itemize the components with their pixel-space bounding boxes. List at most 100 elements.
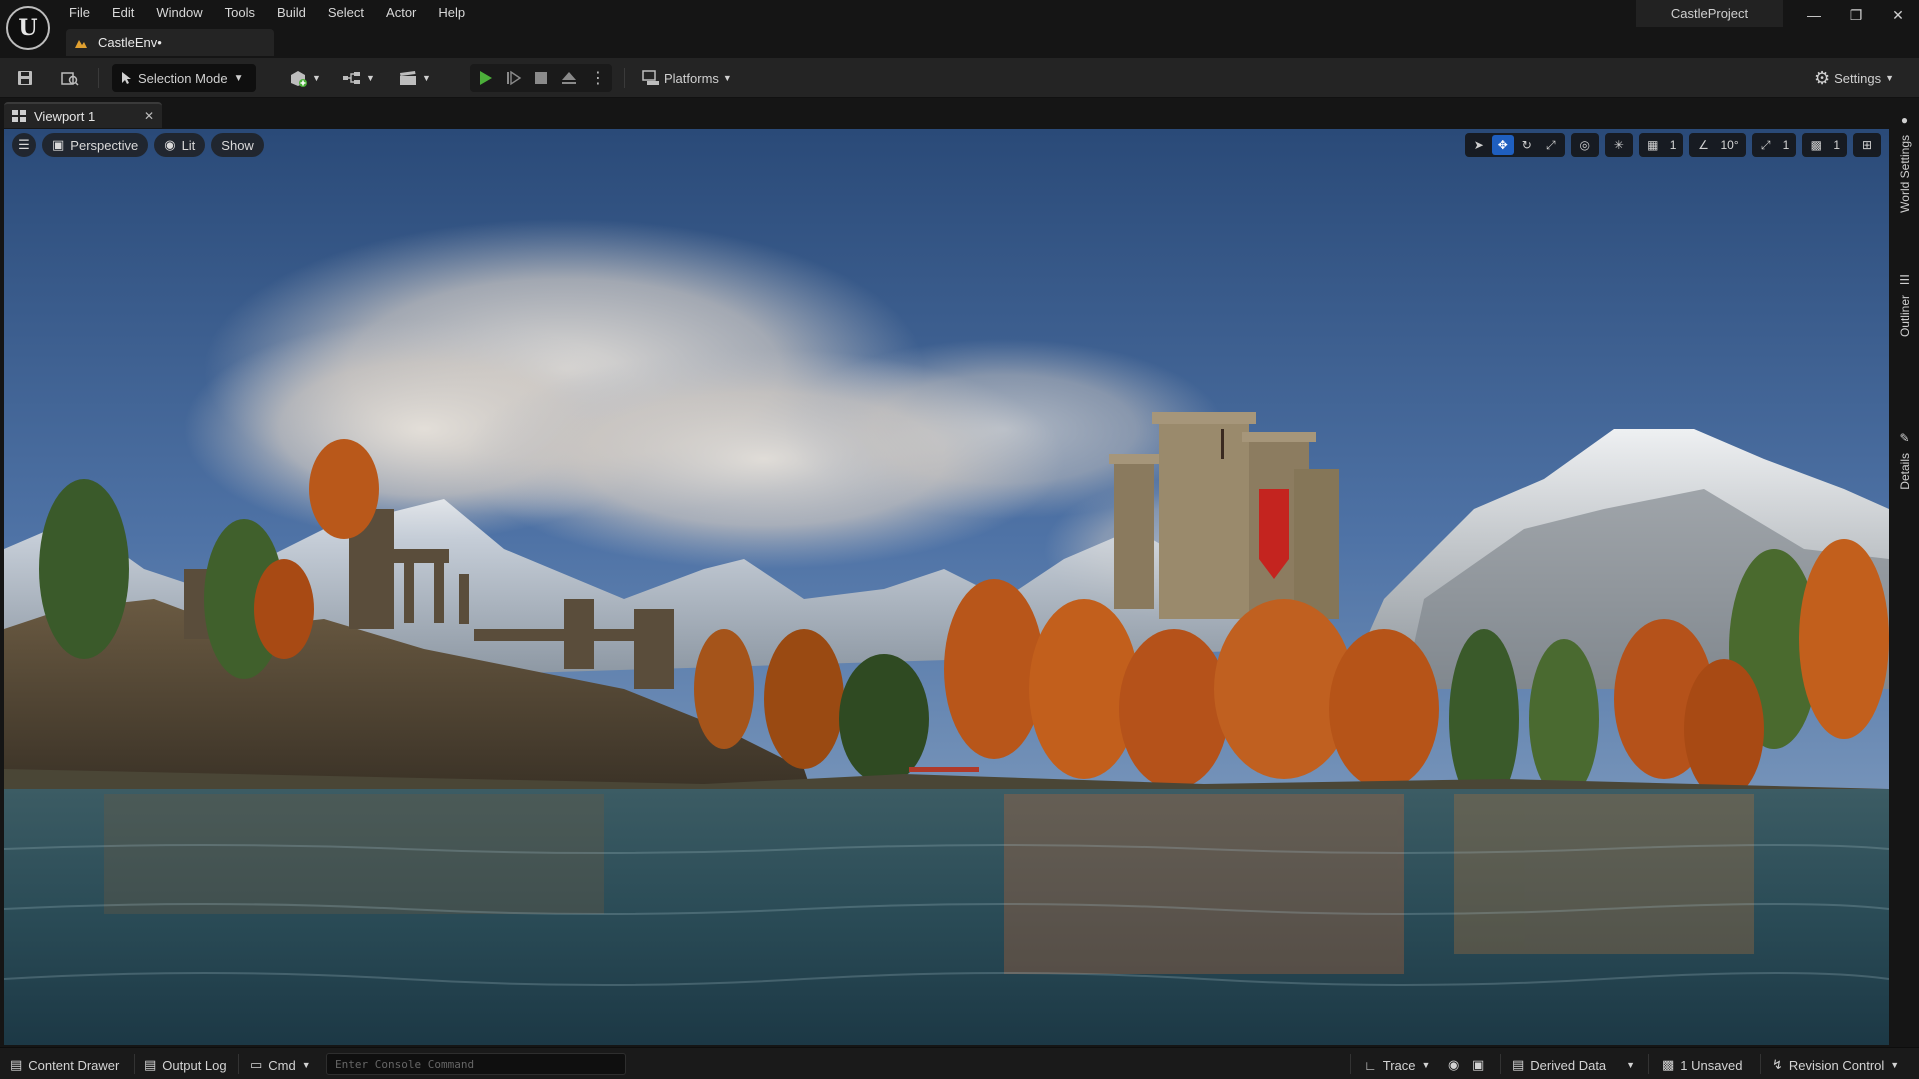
cmd-label: Cmd <box>268 1057 296 1073</box>
menu-tools[interactable]: Tools <box>214 2 266 24</box>
show-dropdown[interactable]: Show <box>211 133 264 157</box>
revision-control-dropdown[interactable]: ↯ Revision Control ▼ <box>1772 1054 1899 1076</box>
content-drawer-label: Content Drawer <box>28 1057 120 1073</box>
chevron-down-icon: ▼ <box>366 73 375 83</box>
surface-snapping: ✳ <box>1604 133 1633 157</box>
play-controls: ⋮ <box>470 64 612 92</box>
content-drawer-button[interactable]: ▤ Content Drawer <box>10 1054 119 1076</box>
blueprint-icon <box>343 72 360 84</box>
output-log-label: Output Log <box>162 1057 227 1073</box>
gear-icon: ⚙ <box>1814 67 1831 88</box>
chevron-down-icon: ▼ <box>301 1060 311 1070</box>
camera-speed-group[interactable]: ▩ 1 <box>1802 133 1847 157</box>
side-panel-tabs: ● World Settings ☰ Outliner ✎ Details <box>1890 105 1919 1045</box>
grid-snap-value: 1 <box>1669 138 1677 152</box>
viewport-right-toolbar: ➤ ✥ ↻ ⤢ ◎ ✳ ▦ 1 ∠ 10° ⤢ 1 ▩ 1 ⊞ <box>1464 133 1881 157</box>
pencil-icon: ✎ <box>1899 431 1910 445</box>
screenshot-button[interactable]: ▣ <box>1472 1054 1484 1076</box>
drawer-icon: ▤ <box>10 1057 23 1072</box>
cinematics-button[interactable]: ▼ <box>398 64 431 92</box>
grid-snap-group[interactable]: ▦ 1 <box>1638 133 1684 157</box>
console-command-input[interactable] <box>326 1053 626 1075</box>
menu-window[interactable]: Window <box>145 2 213 24</box>
list-icon: ☰ <box>1899 273 1910 287</box>
viewport-tab[interactable]: Viewport 1 ✕ <box>4 102 162 128</box>
close-icon[interactable]: ✕ <box>1880 3 1916 27</box>
menu-select[interactable]: Select <box>317 2 375 24</box>
globe-icon: ● <box>1900 113 1909 127</box>
advance-frame-icon[interactable] <box>506 70 522 86</box>
menu-edit[interactable]: Edit <box>101 2 145 24</box>
restore-icon[interactable]: ❐ <box>1838 3 1874 27</box>
content-browser-icon[interactable] <box>58 64 82 92</box>
perspective-dropdown[interactable]: ▣ Perspective <box>42 133 149 157</box>
select-arrow-icon <box>122 72 131 84</box>
transform-tools: ➤ ✥ ↻ ⤢ <box>1464 133 1565 157</box>
database-icon: ▤ <box>1512 1057 1525 1072</box>
scale-tool-icon[interactable]: ⤢ <box>1540 135 1562 155</box>
scene-render[interactable] <box>4 129 1889 1045</box>
unsaved-button[interactable]: ▩ 1 Unsaved <box>1662 1054 1742 1076</box>
unreal-logo-icon[interactable]: U <box>6 6 50 50</box>
world-settings-tab[interactable]: ● World Settings <box>1890 113 1919 213</box>
level-icon <box>75 39 87 48</box>
viewport-tab-label: Viewport 1 <box>34 108 96 124</box>
eject-icon[interactable] <box>560 70 578 86</box>
camera-icon: ▩ <box>1810 138 1822 152</box>
scale-snap-group[interactable]: ⤢ 1 <box>1751 133 1797 157</box>
viewport-tab-bar: Viewport 1 ✕ <box>0 99 1919 129</box>
rotation-snap-group[interactable]: ∠ 10° <box>1689 133 1746 157</box>
derived-data-dropdown[interactable]: ▤ Derived Data ▼ <box>1512 1054 1635 1076</box>
add-actor-button[interactable]: ▼ <box>288 64 321 92</box>
status-bar: ▤ Content Drawer ▤ Output Log ▭ Cmd ▼ ∟ … <box>0 1047 1919 1079</box>
world-settings-label: World Settings <box>1897 135 1912 213</box>
screenshot-icon: ▣ <box>1472 1057 1485 1072</box>
translate-tool-icon[interactable]: ✥ <box>1491 135 1514 155</box>
selection-mode-dropdown[interactable]: Selection Mode ▼ <box>112 64 256 92</box>
show-label: Show <box>221 137 254 153</box>
viewport-menu-icon[interactable]: ☰ <box>12 133 36 157</box>
record-button[interactable]: ◉ <box>1448 1054 1459 1076</box>
menu-build[interactable]: Build <box>266 2 317 24</box>
lit-dropdown[interactable]: ◉ Lit <box>154 133 206 157</box>
surface-snap-icon[interactable]: ✳ <box>1608 135 1630 155</box>
save-icon[interactable] <box>14 64 36 92</box>
viewport-grid-icon <box>12 110 26 122</box>
world-coordinates-icon[interactable]: ◎ <box>1574 135 1596 155</box>
menu-actor[interactable]: Actor <box>375 2 427 24</box>
outliner-label: Outliner <box>1897 295 1912 338</box>
level-tab-label: CastleEnv• <box>98 35 162 50</box>
project-name: CastleProject <box>1636 0 1783 27</box>
layout-group: ⊞ <box>1853 133 1881 157</box>
platforms-label: Platforms <box>664 70 719 86</box>
stop-icon[interactable] <box>534 71 548 85</box>
viewport-layout-icon[interactable]: ⊞ <box>1856 135 1878 155</box>
chevron-down-icon: ▼ <box>722 73 732 83</box>
platforms-dropdown[interactable]: Platforms ▼ <box>642 64 732 92</box>
minimize-icon[interactable]: — <box>1796 3 1832 27</box>
close-tab-icon[interactable]: ✕ <box>144 109 154 123</box>
level-tab[interactable]: CastleEnv• <box>66 29 274 56</box>
level-viewport[interactable]: ☰ ▣ Perspective ◉ Lit Show ➤ ✥ ↻ ⤢ ◎ ✳ ▦… <box>4 129 1889 1045</box>
menu-bar: File Edit Window Tools Build Select Acto… <box>58 2 476 24</box>
rotate-tool-icon[interactable]: ↻ <box>1516 135 1538 155</box>
select-tool-icon[interactable]: ➤ <box>1468 135 1490 155</box>
play-icon[interactable] <box>476 69 494 87</box>
angle-snap-icon: ∠ <box>1698 138 1709 152</box>
outliner-tab[interactable]: ☰ Outliner <box>1890 273 1919 337</box>
more-options-icon[interactable]: ⋮ <box>590 68 606 88</box>
record-icon: ◉ <box>1448 1057 1460 1072</box>
rotation-snap-value: 10° <box>1720 138 1739 152</box>
menu-file[interactable]: File <box>58 2 101 24</box>
camera-speed-value: 1 <box>1833 138 1840 152</box>
menu-help[interactable]: Help <box>427 2 476 24</box>
coordinate-system: ◎ <box>1570 133 1599 157</box>
cmd-dropdown[interactable]: ▭ Cmd ▼ <box>250 1054 311 1076</box>
cube-icon: ▣ <box>52 137 65 152</box>
details-tab[interactable]: ✎ Details <box>1890 431 1919 490</box>
chevron-down-icon: ▼ <box>422 73 431 83</box>
blueprint-button[interactable]: ▼ <box>342 64 375 92</box>
trace-dropdown[interactable]: ∟ Trace ▼ <box>1364 1054 1430 1076</box>
output-log-button[interactable]: ▤ Output Log <box>144 1054 227 1076</box>
settings-dropdown[interactable]: ⚙ Settings ▼ <box>1814 64 1894 92</box>
